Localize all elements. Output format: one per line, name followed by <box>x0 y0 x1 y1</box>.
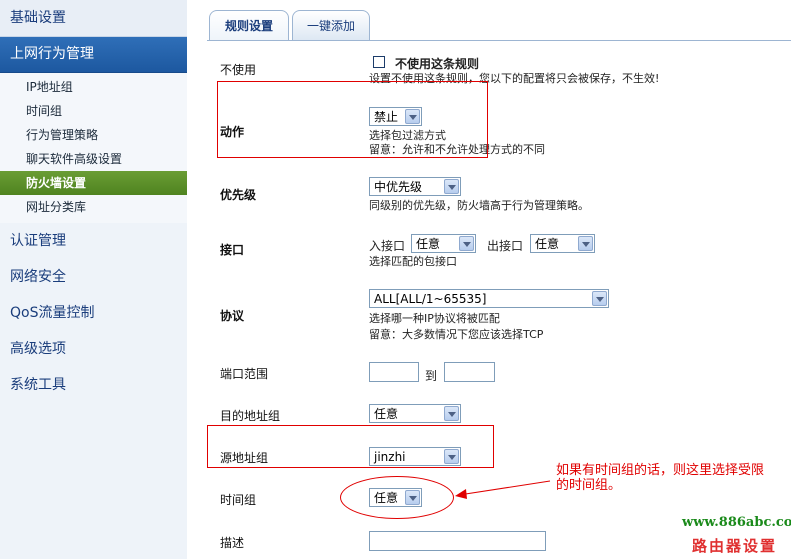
sub-item-firewall[interactable]: 防火墙设置 <box>0 171 187 195</box>
nav-advanced[interactable]: 高级选项 <box>0 331 187 367</box>
annotation-note-line-1: 如果有时间组的话，则这里选择受限 <box>556 463 765 478</box>
watermark-name: 路由器设置 <box>692 537 778 555</box>
watermark-url: www.886abc.com <box>682 515 791 530</box>
main-panel: 规则设置 一键添加 不使用 不使用这条规则 设置不使用这条规则，您以下的配置将只… <box>187 0 791 559</box>
nav-basic-settings[interactable]: 基础设置 <box>0 0 187 37</box>
sub-item-behavior-policy[interactable]: 行为管理策略 <box>0 123 187 147</box>
annotation-note-line-2: 的时间组。 <box>556 478 622 493</box>
nav-qos[interactable]: QoS流量控制 <box>0 295 187 331</box>
nav-system-tools[interactable]: 系统工具 <box>0 367 187 403</box>
sub-item-ip-group[interactable]: IP地址组 <box>0 75 187 99</box>
nav-behavior-management[interactable]: 上网行为管理 <box>0 37 187 73</box>
sub-item-chat-advanced[interactable]: 聊天软件高级设置 <box>0 147 187 171</box>
sidebar: 基础设置 上网行为管理 IP地址组 时间组 行为管理策略 聊天软件高级设置 防火… <box>0 0 187 559</box>
sub-item-time-group[interactable]: 时间组 <box>0 99 187 123</box>
nav-network-security[interactable]: 网络安全 <box>0 259 187 295</box>
sub-item-url-category[interactable]: 网址分类库 <box>0 195 187 219</box>
nav-auth[interactable]: 认证管理 <box>0 223 187 259</box>
sub-menu: IP地址组 时间组 行为管理策略 聊天软件高级设置 防火墙设置 网址分类库 <box>0 73 187 223</box>
